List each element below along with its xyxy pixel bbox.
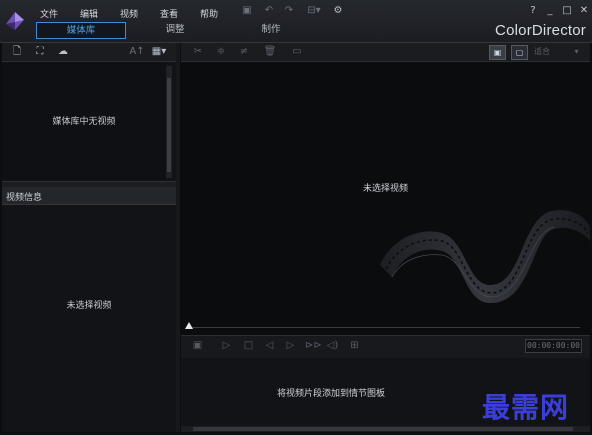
menu-help[interactable]: 帮助 [200,7,218,20]
compare-icon[interactable]: ⊟▾ [304,5,324,17]
close-button[interactable]: ✕ [577,5,591,17]
fit-dropdown[interactable]: 适合 ▾ [534,46,584,58]
menu-edit[interactable]: 编辑 [80,7,98,20]
tab-adjust[interactable]: 调整 [140,22,210,37]
minimize-button[interactable]: _ [543,5,557,17]
maximize-button[interactable]: □ [560,5,574,17]
split-icon[interactable]: ≠ [237,45,251,59]
info-title: 视频信息 [6,193,43,203]
menu-lookup[interactable]: 查看 [160,7,178,20]
settings-gear-icon[interactable]: ⚙ [331,5,345,17]
info-empty-text: 未选择视频 [66,301,112,311]
library-scroll-thumb[interactable] [167,78,171,172]
preview-empty-text: 未选择视频 [362,184,408,194]
volume-icon[interactable]: ◁) [326,339,339,352]
sort-text-button[interactable]: A↑ [128,45,146,59]
cloud-icon[interactable]: ☁ [55,45,71,59]
delete-icon[interactable]: 🗑 [263,45,277,59]
library-empty-text: 媒体库中无视频 [52,117,116,127]
snapshot-icon[interactable]: ▣ [240,5,254,17]
import-file-icon[interactable]: 🗋 [10,45,24,59]
watermark-logo: 最需网 [482,391,570,424]
subtitle-icon[interactable]: ▭ [290,45,304,59]
play-icon[interactable]: ▷ [220,339,233,352]
fit-label: 适合 [534,47,550,56]
grid-view-icon[interactable]: ▦▾ [149,45,169,59]
chevron-down-icon: ▾ [574,47,579,56]
help-button[interactable]: ? [526,5,540,17]
storyboard-hint: 将视频片段添加到情节图板 [276,389,385,399]
redo-icon[interactable]: ↷ [282,5,296,17]
single-view-icon[interactable]: ▣ [489,45,506,60]
tab-produce[interactable]: 制作 [236,22,306,37]
scrubber-area [181,324,590,334]
undo-icon[interactable]: ↶ [262,5,276,17]
stop-icon[interactable]: □ [242,339,255,352]
scrubber-track[interactable] [188,327,580,328]
next-frame-icon[interactable]: ▷ [284,339,297,352]
app-logo-icon [6,12,24,30]
prev-frame-icon[interactable]: ◁ [263,339,276,352]
vertical-splitter[interactable] [176,43,180,432]
full-view-icon[interactable]: ▢ [511,45,528,60]
crop-icon[interactable]: ⛶ [32,45,48,59]
menu-view[interactable]: 视频 [120,7,138,20]
tab-library[interactable]: 媒体库 [36,22,126,39]
fast-forward-icon[interactable]: ⊳⊳ [305,339,322,352]
cut-icon[interactable]: ✂ [191,45,205,59]
brand-title: ColorDirector [495,22,586,39]
timecode-display: 00:00:00:00 [525,339,582,353]
filmstrip-graphic-icon [380,210,590,304]
menu-file[interactable]: 文件 [40,7,58,20]
fullscreen-icon[interactable]: ⊞ [348,339,361,352]
scrubber-handle[interactable] [185,322,193,329]
align-icon[interactable]: ≑ [214,45,228,59]
storyboard-scroll-thumb[interactable] [193,427,573,431]
quality-icon[interactable]: ▣ [191,339,204,352]
